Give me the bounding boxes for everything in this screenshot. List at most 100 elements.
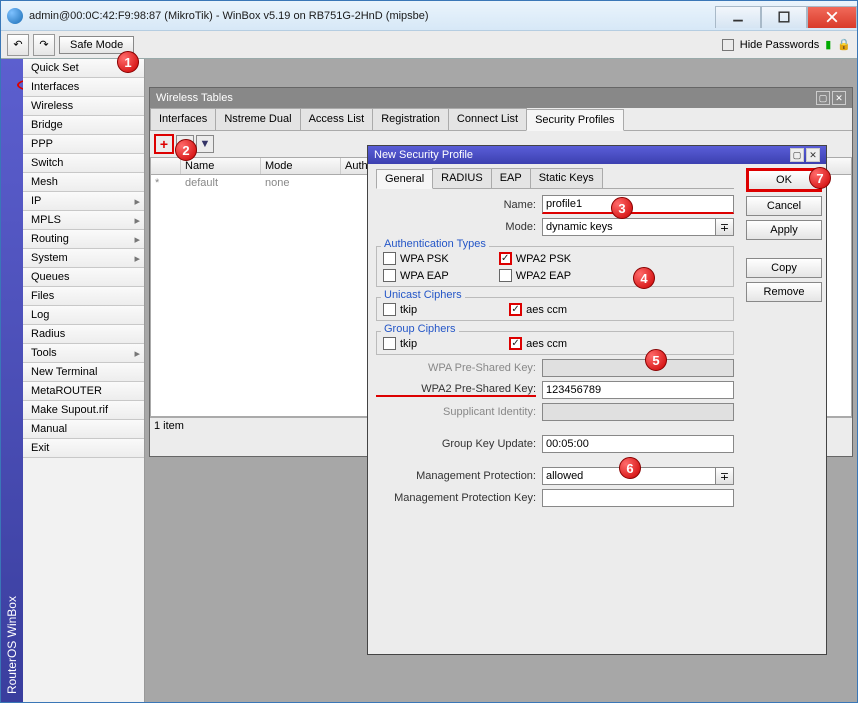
hide-passwords-checkbox[interactable] — [722, 39, 734, 51]
wpa2-key-input[interactable] — [542, 381, 734, 399]
callout-badge-1: 1 — [117, 51, 139, 73]
menu-metarouter[interactable]: MetaROUTER — [23, 382, 144, 401]
new-security-profile-window: New Security Profile ▢ ✕ General RADIUS … — [367, 145, 827, 655]
callout-badge-2: 2 — [175, 139, 197, 161]
group-ciphers-group: Group Ciphers tkip aes ccm — [376, 331, 734, 355]
filter-button[interactable]: ▼ — [196, 135, 214, 153]
menu-queues[interactable]: Queues — [23, 268, 144, 287]
callout-badge-5: 5 — [645, 349, 667, 371]
window-title: admin@00:0C:42:F9:98:87 (MikroTik) - Win… — [29, 10, 715, 22]
tab-security-profiles[interactable]: Security Profiles — [526, 109, 623, 131]
chevron-right-icon: ▸ — [134, 347, 140, 360]
mp-label: Management Protection: — [376, 470, 536, 482]
supplicant-label: Supplicant Identity: — [376, 406, 536, 418]
tab-eap[interactable]: EAP — [491, 168, 531, 188]
menu-radius[interactable]: Radius — [23, 325, 144, 344]
mode-select[interactable] — [542, 218, 716, 236]
menu-wireless[interactable]: Wireless — [23, 97, 144, 116]
gku-input[interactable] — [542, 435, 734, 453]
supplicant-input — [542, 403, 734, 421]
col-name[interactable]: Name — [181, 158, 261, 174]
wpa-psk-checkbox[interactable] — [383, 252, 396, 265]
tab-radius[interactable]: RADIUS — [432, 168, 492, 188]
chevron-right-icon: ▸ — [134, 195, 140, 208]
unicast-ciphers-group: Unicast Ciphers tkip aes ccm — [376, 297, 734, 321]
main-menu: Quick Set Interfaces Wireless Bridge PPP… — [23, 59, 145, 702]
menu-new-terminal[interactable]: New Terminal — [23, 363, 144, 382]
menu-routing[interactable]: Routing▸ — [23, 230, 144, 249]
copy-button[interactable]: Copy — [746, 258, 822, 278]
col-mode[interactable]: Mode — [261, 158, 341, 174]
mp-dropdown-button[interactable]: ∓ — [716, 467, 734, 485]
wt-restore-button[interactable]: ▢ — [816, 91, 830, 105]
mpk-label: Management Protection Key: — [376, 492, 536, 504]
menu-exit[interactable]: Exit — [23, 439, 144, 458]
redo-button[interactable]: ↷ — [33, 34, 55, 56]
titlebar: admin@00:0C:42:F9:98:87 (MikroTik) - Win… — [1, 1, 857, 31]
menu-bridge[interactable]: Bridge — [23, 116, 144, 135]
mpk-input[interactable] — [542, 489, 734, 507]
wpa-eap-checkbox[interactable] — [383, 269, 396, 282]
wpa2-eap-checkbox[interactable] — [499, 269, 512, 282]
tab-general[interactable]: General — [376, 169, 433, 189]
group-aes-checkbox[interactable] — [509, 337, 522, 350]
minimize-button[interactable] — [715, 6, 761, 28]
nsp-restore-button[interactable]: ▢ — [790, 148, 804, 162]
menu-mesh[interactable]: Mesh — [23, 173, 144, 192]
menu-make-supout[interactable]: Make Supout.rif — [23, 401, 144, 420]
menu-manual[interactable]: Manual — [23, 420, 144, 439]
chevron-right-icon: ▸ — [134, 214, 140, 227]
mode-label: Mode: — [376, 221, 536, 233]
apply-button[interactable]: Apply — [746, 220, 822, 240]
callout-badge-4: 4 — [633, 267, 655, 289]
name-input[interactable] — [542, 195, 734, 214]
wpa-key-input — [542, 359, 734, 377]
secure-icon: 🔒 — [837, 38, 851, 51]
tab-connect-list[interactable]: Connect List — [448, 108, 527, 130]
group-tkip-checkbox[interactable] — [383, 337, 396, 350]
wireless-tables-title: Wireless Tables — [156, 92, 233, 104]
menu-tools[interactable]: Tools▸ — [23, 344, 144, 363]
menu-interfaces[interactable]: Interfaces — [23, 78, 144, 97]
unicast-aes-checkbox[interactable] — [509, 303, 522, 316]
close-button[interactable] — [807, 6, 857, 28]
col-flag[interactable] — [151, 158, 181, 174]
app-icon — [7, 8, 23, 24]
menu-switch[interactable]: Switch — [23, 154, 144, 173]
cancel-button[interactable]: Cancel — [746, 196, 822, 216]
tab-registration[interactable]: Registration — [372, 108, 449, 130]
menu-ip[interactable]: IP▸ — [23, 192, 144, 211]
callout-badge-3: 3 — [611, 197, 633, 219]
lock-icon: ▮ — [825, 38, 831, 51]
nsp-title: New Security Profile — [374, 149, 473, 161]
chevron-right-icon: ▸ — [134, 252, 140, 265]
menu-files[interactable]: Files — [23, 287, 144, 306]
hide-passwords-label: Hide Passwords — [740, 39, 819, 51]
wt-tabs: Interfaces Nstreme Dual Access List Regi… — [150, 108, 852, 131]
menu-mpls[interactable]: MPLS▸ — [23, 211, 144, 230]
app-window: admin@00:0C:42:F9:98:87 (MikroTik) - Win… — [0, 0, 858, 703]
wpa-key-label: WPA Pre-Shared Key: — [376, 362, 536, 374]
unicast-tkip-checkbox[interactable] — [383, 303, 396, 316]
nsp-close-button[interactable]: ✕ — [806, 148, 820, 162]
add-button[interactable]: + — [154, 134, 174, 154]
wt-close-button[interactable]: ✕ — [832, 91, 846, 105]
tab-access-list[interactable]: Access List — [300, 108, 374, 130]
tab-interfaces[interactable]: Interfaces — [150, 108, 216, 130]
wpa2-psk-checkbox[interactable] — [499, 252, 512, 265]
wpa2-key-label: WPA2 Pre-Shared Key: — [376, 383, 536, 397]
gku-label: Group Key Update: — [376, 438, 536, 450]
tab-static-keys[interactable]: Static Keys — [530, 168, 603, 188]
callout-badge-6: 6 — [619, 457, 641, 479]
remove-button[interactable]: Remove — [746, 282, 822, 302]
menu-system[interactable]: System▸ — [23, 249, 144, 268]
mode-dropdown-button[interactable]: ∓ — [716, 218, 734, 236]
menu-log[interactable]: Log — [23, 306, 144, 325]
name-label: Name: — [376, 199, 536, 211]
auth-types-group: Authentication Types WPA PSK WPA2 PSK WP… — [376, 246, 734, 287]
menu-ppp[interactable]: PPP — [23, 135, 144, 154]
maximize-button[interactable] — [761, 6, 807, 28]
workspace: Wireless Tables ▢ ✕ Interfaces Nstreme D… — [145, 59, 857, 702]
tab-nstreme-dual[interactable]: Nstreme Dual — [215, 108, 300, 130]
undo-button[interactable]: ↶ — [7, 34, 29, 56]
